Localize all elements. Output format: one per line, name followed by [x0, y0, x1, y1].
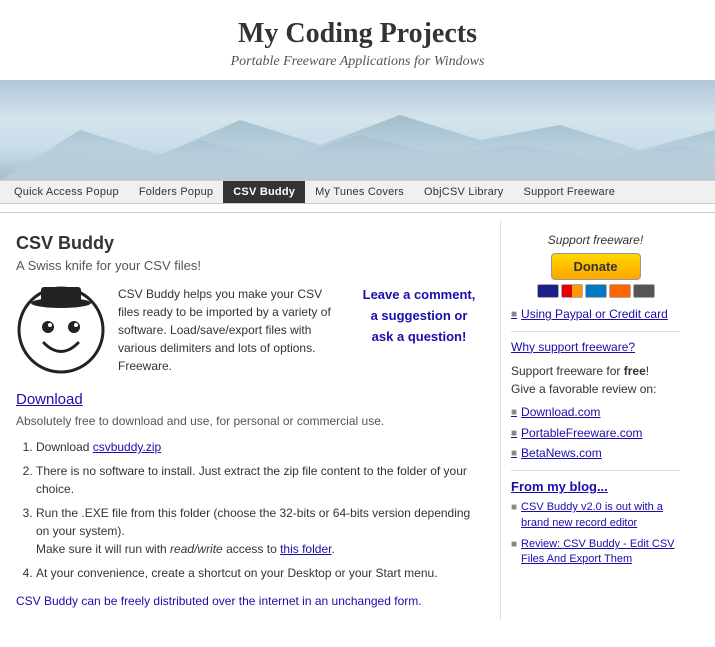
- nav-support[interactable]: Support Freeware: [514, 181, 626, 203]
- why-support-link[interactable]: Why support freeware?: [511, 340, 680, 354]
- portable-freeware-item: ■ PortableFreeware.com: [511, 425, 680, 442]
- paypal-link[interactable]: Using Paypal or Credit card: [521, 306, 668, 323]
- site-subtitle: Portable Freeware Applications for Windo…: [0, 54, 715, 70]
- blog-post-2-link[interactable]: Review: CSV Buddy - Edit CSV Files And E…: [521, 537, 680, 568]
- instruction-3: Run the .EXE file from this folder (choo…: [36, 504, 484, 558]
- blog-post-1-link[interactable]: CSV Buddy v2.0 is out with a brand new r…: [521, 500, 680, 531]
- site-title: My Coding Projects: [0, 18, 715, 50]
- sidebar: Support freeware! Donate ■ Using Paypal …: [500, 221, 690, 620]
- sidebar-divider-2: [511, 470, 680, 471]
- other-card-icon: [633, 284, 655, 298]
- betanews-item: ■ BetaNews.com: [511, 445, 680, 462]
- instruction-2: There is no software to install. Just ex…: [36, 462, 484, 498]
- folder-link[interactable]: this folder: [280, 542, 331, 556]
- nav-objcsv[interactable]: ObjCSV Library: [414, 181, 514, 203]
- navigation-bar: Quick Access Popup Folders Popup CSV Bud…: [0, 180, 715, 204]
- paypal-link-item: ■ Using Paypal or Credit card: [511, 306, 680, 323]
- bullet-icon: ■: [511, 308, 517, 322]
- intro-text: CSV Buddy helps you make your CSV files …: [118, 285, 342, 375]
- smiley-icon: [16, 285, 106, 375]
- site-header: My Coding Projects Portable Freeware App…: [0, 0, 715, 80]
- payment-card-icons: [511, 284, 680, 298]
- bullet-icon: ■: [511, 406, 517, 420]
- banner-image: [0, 80, 715, 180]
- portable-freeware-link[interactable]: PortableFreeware.com: [521, 425, 642, 442]
- nav-folders-popup[interactable]: Folders Popup: [129, 181, 223, 203]
- download-link[interactable]: Download: [16, 391, 83, 408]
- instruction-1: Download csvbuddy.zip: [36, 438, 484, 456]
- sidebar-divider-1: [511, 331, 680, 332]
- comment-line1: Leave a comment,: [363, 287, 476, 302]
- bullet-icon: ■: [511, 447, 517, 461]
- page-subtitle: A Swiss knife for your CSV files!: [16, 258, 484, 273]
- bullet-icon: ■: [511, 539, 517, 550]
- header-divider: [0, 212, 715, 213]
- blog-post-2-item: ■ Review: CSV Buddy - Edit CSV Files And…: [511, 537, 680, 568]
- download-com-link[interactable]: Download.com: [521, 404, 600, 421]
- support-free-text: Support freeware for free! Give a favora…: [511, 362, 680, 398]
- donate-button[interactable]: Donate: [551, 253, 641, 280]
- bullet-icon: ■: [511, 502, 517, 513]
- intro-section: CSV Buddy helps you make your CSV files …: [16, 285, 484, 375]
- page-title: CSV Buddy: [16, 233, 484, 254]
- visa-icon: [537, 284, 559, 298]
- csvbuddy-zip-link[interactable]: csvbuddy.zip: [93, 440, 161, 454]
- nav-my-tunes[interactable]: My Tunes Covers: [305, 181, 414, 203]
- free-emphasis: free: [624, 364, 646, 378]
- main-content: CSV Buddy A Swiss knife for your CSV fil…: [0, 221, 500, 620]
- instructions-list: Download csvbuddy.zip There is no softwa…: [16, 438, 484, 582]
- comment-line2: a suggestion or: [371, 308, 468, 323]
- comment-line3: ask a question!: [372, 329, 467, 344]
- from-blog-link[interactable]: From my blog...: [511, 479, 680, 494]
- nav-quick-access[interactable]: Quick Access Popup: [4, 181, 129, 203]
- amex-icon: [585, 284, 607, 298]
- nav-csv-buddy[interactable]: CSV Buddy: [223, 181, 305, 203]
- readwrite-em: read/write: [170, 542, 223, 556]
- download-com-item: ■ Download.com: [511, 404, 680, 421]
- comment-box: Leave a comment, a suggestion or ask a q…: [354, 285, 484, 375]
- betanews-link[interactable]: BetaNews.com: [521, 445, 602, 462]
- blog-post-1-item: ■ CSV Buddy v2.0 is out with a brand new…: [511, 500, 680, 531]
- discover-icon: [609, 284, 631, 298]
- free-text: Absolutely free to download and use, for…: [16, 414, 484, 428]
- distributed-text: CSV Buddy can be freely distributed over…: [16, 594, 484, 608]
- instruction-4: At your convenience, create a shortcut o…: [36, 564, 484, 582]
- support-freeware-label: Support freeware!: [511, 233, 680, 247]
- content-wrapper: CSV Buddy A Swiss knife for your CSV fil…: [0, 221, 715, 620]
- bullet-icon: ■: [511, 427, 517, 441]
- mastercard-icon: [561, 284, 583, 298]
